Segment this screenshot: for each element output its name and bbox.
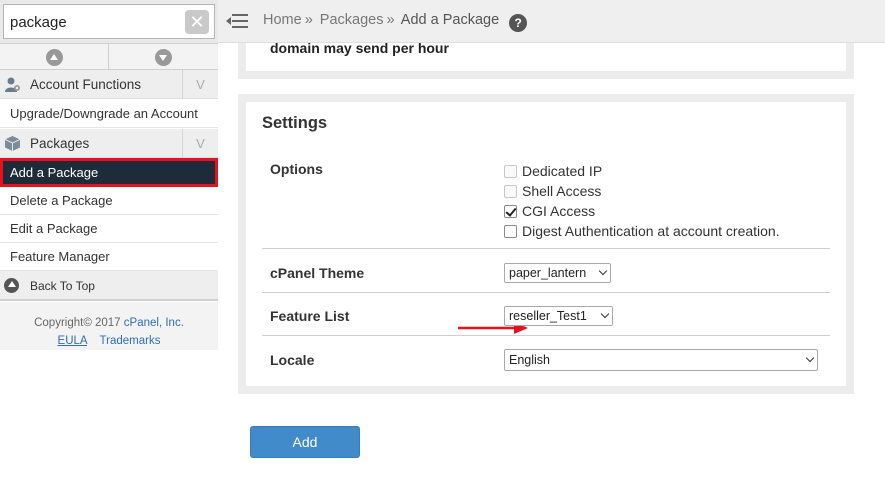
sidebar-item-delete-package[interactable]: Delete a Package	[0, 187, 218, 215]
breadcrumb-current: Add a Package	[400, 12, 500, 28]
breadcrumb-separator: »	[304, 12, 313, 28]
search-input[interactable]	[10, 10, 180, 34]
breadcrumb-home[interactable]: Home	[263, 12, 302, 28]
digest-auth-checkbox[interactable]	[504, 225, 517, 238]
sidebar-group-account-functions[interactable]: Account Functions V	[0, 70, 218, 99]
cpanel-link[interactable]: cPanel, Inc.	[124, 317, 184, 329]
sidebar-group-label: Packages	[30, 136, 90, 151]
shell-access-checkbox[interactable]	[504, 185, 517, 198]
settings-panel-body: Settings Options Dedicated IP Shell Acce…	[246, 102, 846, 386]
user-gear-icon	[5, 77, 20, 92]
previous-panel-body: domain may send per hour	[246, 40, 846, 71]
chevron-down-icon	[805, 353, 815, 363]
trademarks-link[interactable]: Trademarks	[100, 335, 161, 347]
help-icon[interactable]: ?	[509, 14, 528, 32]
feature-list-select[interactable]: reseller_Test1	[504, 306, 613, 326]
feature-list-label: Feature List	[270, 308, 350, 324]
footer-links: EULA Trademarks	[0, 335, 218, 347]
main-content: domain may send per hour Settings Option…	[218, 40, 885, 480]
locale-label: Locale	[270, 352, 315, 368]
eula-link[interactable]: EULA	[58, 335, 87, 347]
add-button[interactable]: Add	[250, 426, 360, 458]
sidebar: ✕ Account Functions V Upgrade/Downgrade …	[0, 0, 218, 480]
menu-toggle-icon[interactable]	[226, 12, 248, 30]
locale-value: English	[509, 353, 550, 367]
sidebar-item-edit-package[interactable]: Edit a Package	[0, 215, 218, 243]
top-header: Home» Packages» Add a Package ?	[218, 0, 885, 43]
cpanel-theme-value: paper_lantern	[509, 266, 587, 280]
sidebar-group-label: Account Functions	[30, 77, 142, 92]
arrow-up-circle-icon	[46, 49, 63, 66]
previous-panel-label: domain may send per hour	[270, 40, 449, 56]
cgi-access-label: CGI Access	[522, 203, 596, 219]
collapse-all-button[interactable]	[0, 44, 109, 70]
arrow-up-circle-icon	[4, 278, 19, 293]
chevron-down-icon	[598, 266, 608, 276]
options-label: Options	[270, 161, 323, 177]
sidebar-empty-area	[0, 350, 218, 480]
sidebar-search-area: ✕	[0, 0, 218, 43]
close-icon[interactable]: ✕	[185, 10, 209, 34]
sidebar-item-upgrade-downgrade[interactable]: Upgrade/Downgrade an Account	[0, 100, 218, 128]
settings-panel: Settings Options Dedicated IP Shell Acce…	[238, 94, 854, 394]
dedicated-ip-label: Dedicated IP	[522, 163, 603, 179]
cpanel-theme-label: cPanel Theme	[270, 265, 365, 281]
previous-panel: domain may send per hour	[238, 40, 854, 79]
sidebar-footer: Copyright© 2017 cPanel, Inc. EULA Tradem…	[0, 302, 218, 350]
settings-title: Settings	[262, 114, 328, 132]
collapse-controls	[0, 43, 218, 70]
chevron-down-icon	[600, 309, 610, 319]
box-icon	[4, 136, 21, 151]
search-box: ✕	[3, 4, 215, 39]
sidebar-item-add-package[interactable]: Add a Package	[0, 158, 218, 187]
sidebar-item-feature-manager[interactable]: Feature Manager	[0, 243, 218, 271]
copyright-line: Copyright© 2017 cPanel, Inc.	[0, 317, 218, 329]
dedicated-ip-checkbox[interactable]	[504, 165, 517, 178]
expand-all-button[interactable]	[109, 44, 218, 70]
row-divider	[262, 248, 830, 249]
back-to-top-button[interactable]: Back To Top	[0, 271, 218, 301]
feature-list-value: reseller_Test1	[509, 309, 587, 323]
chevron-down-icon[interactable]: V	[182, 70, 218, 99]
digest-auth-label: Digest Authentication at account creatio…	[522, 223, 780, 239]
row-divider	[262, 335, 830, 336]
breadcrumb-separator: »	[386, 12, 395, 28]
chevron-down-icon[interactable]: V	[182, 129, 218, 158]
row-divider	[262, 292, 830, 293]
breadcrumb-packages[interactable]: Packages	[320, 12, 384, 28]
back-to-top-label: Back To Top	[30, 279, 95, 293]
copyright-text: Copyright© 2017	[34, 317, 121, 329]
breadcrumb: Home» Packages» Add a Package ?	[263, 12, 528, 32]
cgi-access-checkbox[interactable]	[504, 205, 517, 218]
cpanel-theme-select[interactable]: paper_lantern	[504, 263, 611, 283]
shell-access-label: Shell Access	[522, 183, 602, 199]
arrow-down-circle-icon	[155, 49, 172, 66]
locale-select[interactable]: English	[504, 349, 818, 371]
sidebar-group-packages[interactable]: Packages V	[0, 129, 218, 158]
